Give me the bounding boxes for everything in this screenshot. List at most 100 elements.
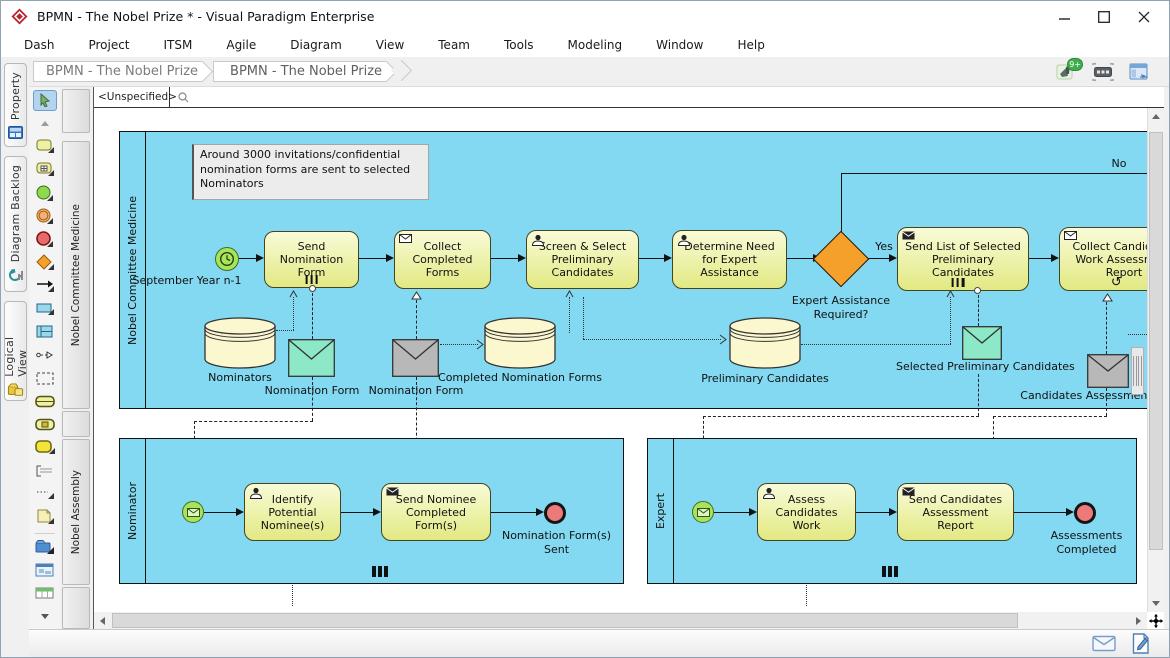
group-tool-icon[interactable] [33,368,57,389]
sequence-flow[interactable] [714,512,751,513]
legend-tool-icon[interactable] [33,583,57,604]
pool-header[interactable]: Nobel Committee Medicine [120,132,146,408]
menu-help[interactable]: Help [720,35,781,55]
sequence-flow[interactable] [204,512,238,513]
task-identify-potential-nominees[interactable]: Identify Potential Nominee(s) [244,483,341,541]
menu-modeling[interactable]: Modeling [551,35,640,55]
data-association[interactable] [569,297,570,333]
menu-project[interactable]: Project [71,35,146,55]
sequence-flow[interactable] [639,258,665,259]
menu-tools[interactable]: Tools [487,35,551,55]
sequence-flow[interactable] [787,258,814,259]
menu-diagram[interactable]: Diagram [273,35,359,55]
text-annotation-tool-icon[interactable] [33,460,57,481]
pan-tool-button[interactable] [1147,612,1164,629]
tab-logical-view[interactable]: Logical View [4,301,27,401]
scroll-left-button[interactable] [94,612,111,629]
strip-spacer-top[interactable] [62,89,90,133]
data-association[interactable] [440,344,478,345]
menu-dash[interactable]: Dash [7,35,71,55]
strip-spacer-bottom[interactable] [62,587,90,629]
breadcrumb-item-diagram[interactable]: BPMN - The Nobel Prize [213,61,386,82]
message-nomination-form-gray[interactable] [392,339,439,377]
menu-view[interactable]: View [359,35,421,55]
tab-diagram-backlog[interactable]: Diagram Backlog [4,156,27,292]
drag-handle[interactable] [1131,347,1144,395]
message-flow[interactable] [703,416,979,417]
menu-itsm[interactable]: ITSM [147,35,210,55]
vertical-scrollbar[interactable] [1147,108,1164,612]
maximize-button[interactable] [1097,10,1111,24]
collapsed-pool-tool-icon[interactable] [33,391,57,412]
palette-scroll-up-icon[interactable] [33,113,57,134]
data-association[interactable] [950,297,951,344]
horizontal-pool-tool-icon[interactable] [33,298,57,319]
diagram-overview-tool-icon[interactable] [33,560,57,581]
data-association[interactable] [1128,334,1147,335]
datastore-preliminary-candidates[interactable] [729,317,801,370]
sequence-flow[interactable] [1029,258,1053,259]
menu-window[interactable]: Window [639,35,720,55]
gateway-tool-icon[interactable] [33,252,57,273]
announcement-button[interactable]: 9+ [1055,61,1079,83]
message-start-event[interactable] [182,501,204,523]
data-association[interactable] [276,330,294,331]
end-event-nomination-forms-sent[interactable] [544,502,566,524]
association-tool-icon[interactable] [33,345,57,366]
data-association[interactable] [583,339,721,340]
scroll-up-button[interactable] [1148,108,1164,125]
diagram-canvas[interactable]: Nobel Committee Medicine Around 3000 inv… [94,108,1147,612]
message-selected-candidates[interactable] [962,326,1002,360]
sequence-flow[interactable] [856,512,891,513]
datastore-completed-forms[interactable] [484,317,556,370]
end-event-assessments-completed[interactable] [1074,502,1096,524]
choreography-task-tool-icon[interactable] [33,437,57,458]
sequence-flow[interactable] [239,258,257,259]
minimize-button[interactable] [1057,10,1071,24]
magnifier-icon[interactable] [177,91,190,104]
sequence-flow[interactable] [359,258,387,259]
sequence-flow[interactable] [491,512,538,513]
mail-icon[interactable] [1092,635,1116,652]
menu-agile[interactable]: Agile [209,35,273,55]
collapsed-pool-grid-tool-icon[interactable] [33,414,57,435]
tab-property[interactable]: Property [4,63,27,147]
intermediate-event-tool-icon[interactable] [33,206,57,227]
sequence-flow[interactable] [341,512,375,513]
scroll-down-button[interactable] [1148,595,1164,612]
edit-document-icon[interactable] [1132,633,1151,654]
task-collect-completed-forms[interactable]: Collect Completed Forms [394,230,491,289]
shape-type-selector[interactable]: <Unspecified> [94,87,170,107]
message-candidates-assessment[interactable] [1087,354,1129,388]
task-assess-candidates-work[interactable]: Assess Candidates Work [757,483,856,541]
strip-section-nobel-committee[interactable]: Nobel Committee Medicine [62,141,90,409]
message-flow[interactable] [1106,388,1107,416]
data-association[interactable] [583,297,584,339]
scroll-right-button[interactable] [1130,612,1147,629]
message-flow[interactable] [993,416,1107,417]
task-send-nomination-form[interactable]: Send Nomination Form [264,231,359,288]
note-tool-icon[interactable] [33,506,57,527]
model-folder-tool-icon[interactable] [33,537,57,558]
task-send-nominee-completed-forms[interactable]: Send Nominee Completed Form(s) [381,483,491,541]
task-collect-candidates-assessment[interactable]: Collect Candidates Work Assessment Repor… [1059,227,1147,291]
horizontal-scrollbar[interactable] [94,612,1147,629]
task-send-candidates-assessment-report[interactable]: Send Candidates Assessment Report [897,483,1014,541]
sequence-flow-tool-icon[interactable] [33,275,57,296]
no-flow-line[interactable] [841,173,1147,174]
strip-spacer-mid[interactable] [62,411,90,437]
window-layout-button[interactable] [1127,61,1151,83]
start-event-tool-icon[interactable] [33,183,57,204]
message-flow[interactable] [978,374,979,416]
pool-header[interactable]: Nominator [120,439,146,583]
pool-header[interactable]: Expert [648,439,674,583]
pool-lanes-tool-icon[interactable] [33,321,57,342]
close-button[interactable] [1137,10,1151,24]
message-flow[interactable] [312,377,313,421]
message-flow[interactable] [194,421,313,422]
timer-start-event[interactable] [215,247,239,271]
vertical-scrollbar-thumb[interactable] [1149,132,1163,550]
data-association-tool-icon[interactable] [33,483,57,504]
breadcrumb-item-project[interactable]: BPMN - The Nobel Prize [33,61,202,82]
datastore-nominators[interactable] [204,317,276,370]
